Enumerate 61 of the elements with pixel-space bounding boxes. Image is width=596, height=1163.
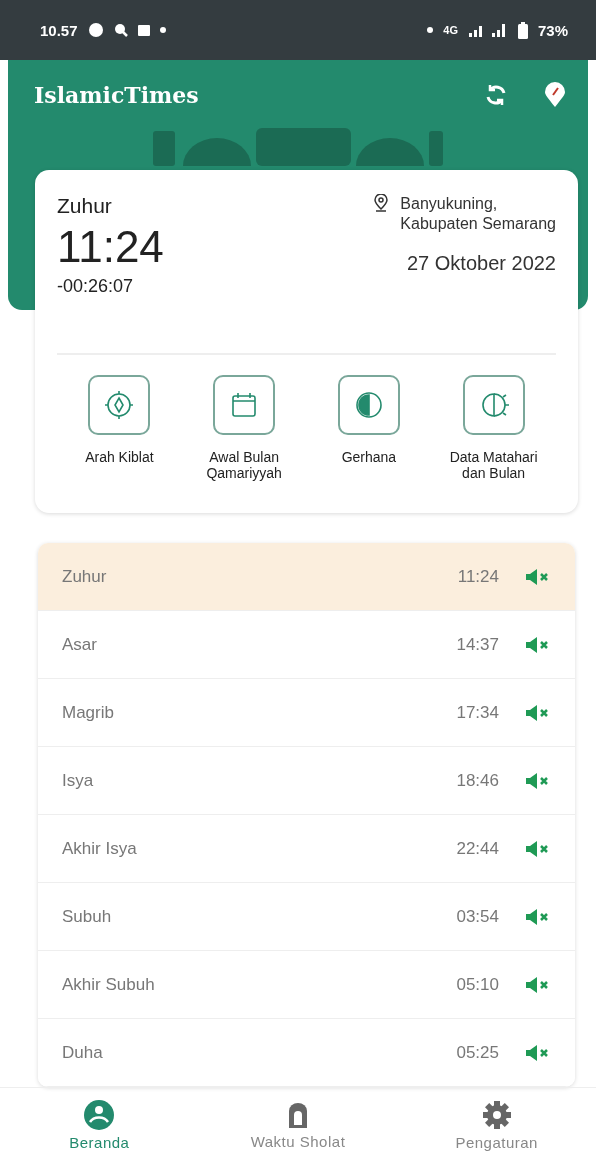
nav-tab[interactable]: Waktu Sholat (198, 1088, 398, 1163)
dot-icon (427, 27, 434, 33)
person-circle-icon (84, 1100, 115, 1130)
prayer-name: Duha (62, 1042, 104, 1063)
muted-speaker-icon[interactable] (525, 771, 551, 790)
signal-icon (467, 23, 508, 37)
prayer-row[interactable]: Subuh 03:54 (38, 883, 575, 951)
nav-tab[interactable]: Beranda (0, 1088, 199, 1163)
date-text: 27 Oktober 2022 (406, 252, 556, 275)
shortcut-button[interactable]: Data Matahari dan Bulan (431, 375, 556, 481)
battery-icon (517, 21, 528, 39)
prayer-name: Akhir Isya (62, 838, 138, 859)
prayer-row[interactable]: Isya 18:46 (38, 747, 575, 815)
muted-speaker-icon[interactable] (525, 703, 551, 722)
prayer-name: Isya (62, 770, 95, 791)
prayer-row[interactable]: Duha 05:25 (38, 1019, 575, 1087)
settings-icon (481, 1100, 512, 1130)
prayer-row[interactable]: Akhir Isya 22:44 (38, 815, 575, 883)
briefcase-icon (137, 24, 150, 36)
shortcut-button[interactable]: Arah Kiblat (57, 375, 182, 481)
shortcut-button[interactable]: Gerhana (306, 375, 432, 481)
prayer-time: 22:44 (456, 838, 499, 859)
search-icon (113, 23, 128, 37)
refresh-icon[interactable] (484, 83, 508, 107)
countdown: -00:26:07 (57, 276, 135, 297)
mosque-icon (287, 1101, 309, 1129)
app-notification-icon (87, 22, 104, 38)
clock: 10.57 (40, 21, 78, 39)
prayer-row[interactable]: Asar 14:37 (38, 611, 575, 679)
muted-speaker-icon[interactable] (525, 567, 551, 586)
prayer-time: 17:34 (456, 702, 499, 723)
prayer-time: 14:37 (456, 634, 499, 655)
nav-tab[interactable]: Pengaturan (397, 1088, 596, 1163)
muted-speaker-icon[interactable] (525, 635, 551, 654)
prayer-time: 11:24 (457, 566, 499, 587)
muted-speaker-icon[interactable] (525, 907, 551, 926)
muted-speaker-icon[interactable] (525, 975, 551, 994)
prayer-name: Asar (62, 634, 98, 655)
prayer-name: Magrib (62, 702, 115, 723)
prayer-time: 05:10 (456, 974, 499, 995)
prayer-row[interactable]: Zuhur 11:24 (38, 543, 575, 611)
location-pin-icon (374, 194, 389, 212)
prayer-time: 03:54 (456, 906, 499, 927)
prayer-row[interactable]: Akhir Subuh 05:10 (38, 951, 575, 1019)
prayer-time: 05:25 (456, 1042, 499, 1063)
muted-speaker-icon[interactable] (525, 839, 551, 858)
prayer-name: Akhir Subuh (62, 974, 156, 995)
prayer-row[interactable]: Magrib 17:34 (38, 679, 575, 747)
battery-level: 73% (537, 21, 568, 39)
prayer-time: 18:46 (456, 770, 499, 791)
app-title: IslamicTimes (34, 82, 200, 108)
location-pin-icon[interactable] (544, 82, 566, 108)
prayer-name: Zuhur (62, 566, 108, 587)
location-text: Banyukuning, Kabupaten Semarang (400, 194, 556, 234)
muted-speaker-icon[interactable] (525, 1043, 551, 1062)
current-prayer-time: 11:24 (57, 222, 164, 272)
network-type: 4G (443, 24, 458, 36)
current-prayer-name: Zuhur (57, 194, 113, 218)
shortcut-button[interactable]: Awal Bulan Qamariyyah (181, 375, 307, 481)
prayer-name: Subuh (62, 906, 113, 927)
dot-icon (159, 27, 166, 33)
